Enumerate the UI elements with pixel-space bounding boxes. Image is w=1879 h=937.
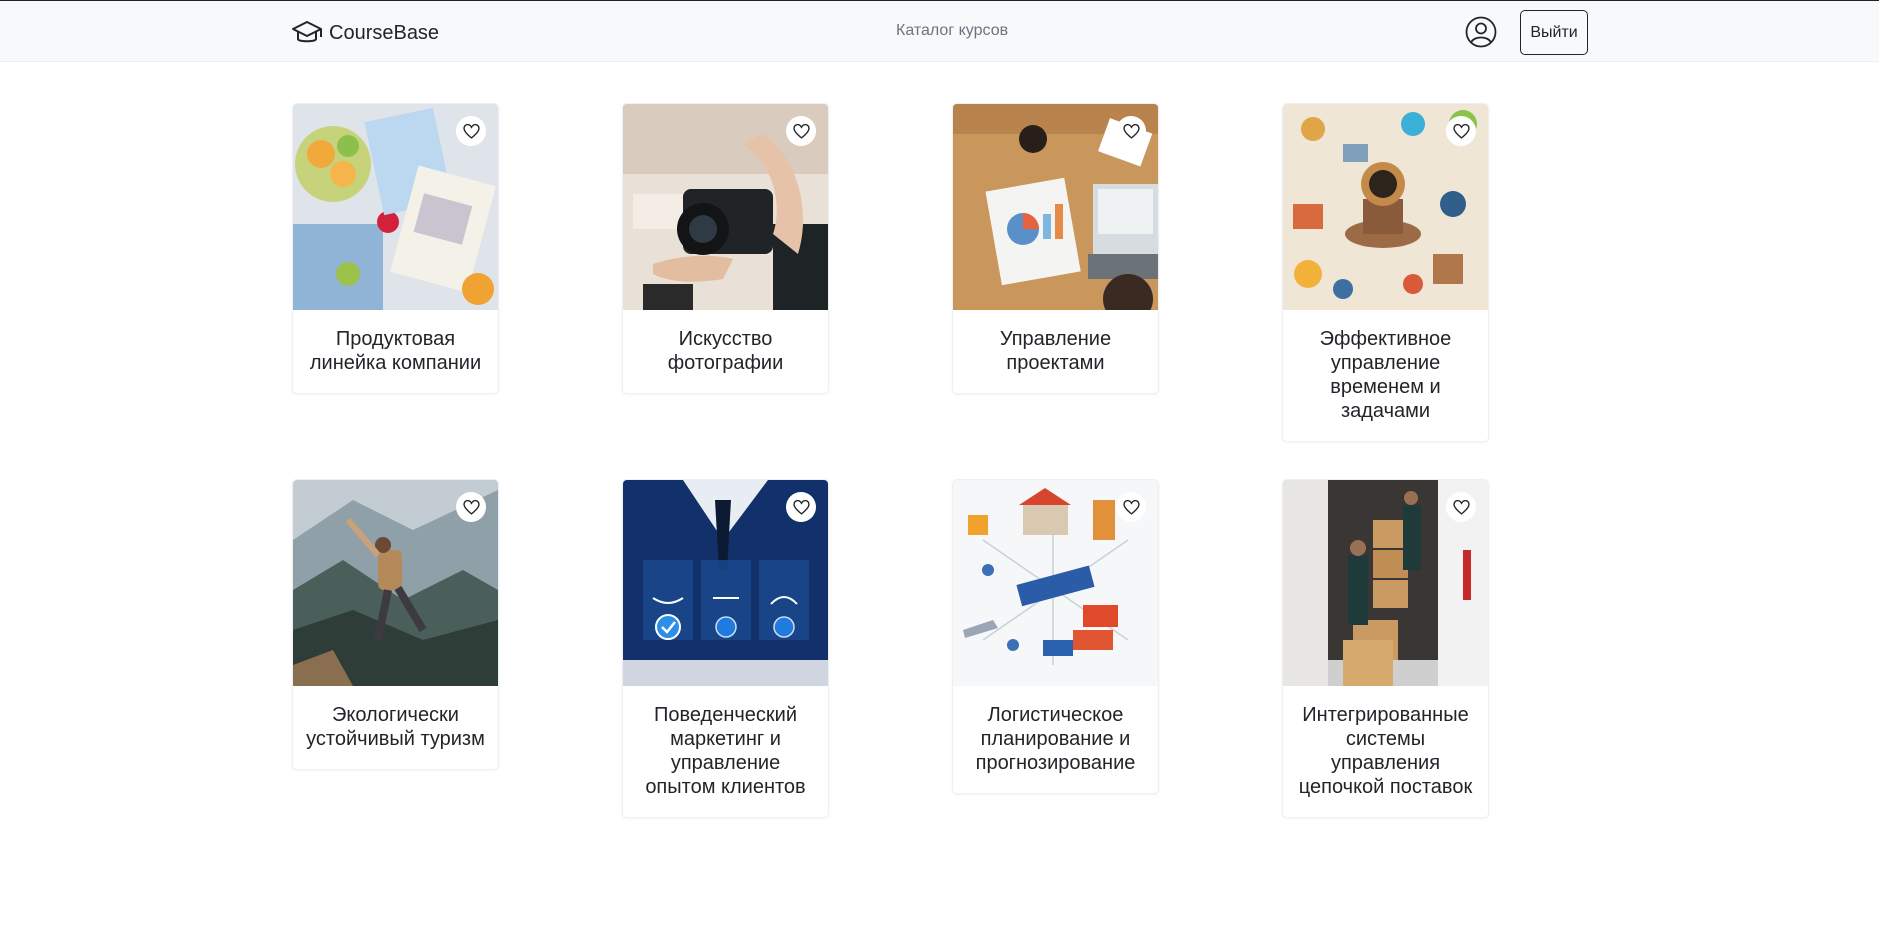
top-navbar: CourseBase Каталог курсов Выйти bbox=[0, 0, 1879, 62]
course-title: Искусство фотографии bbox=[667, 328, 784, 374]
course-title: Продуктовая линейка компании bbox=[309, 328, 482, 374]
course-card[interactable]: Поведенческий маркетинг и управление опы… bbox=[622, 479, 829, 818]
course-image bbox=[1283, 480, 1488, 686]
course-card[interactable]: Эффективное управление временем и задача… bbox=[1282, 103, 1489, 442]
course-card[interactable]: Искусство фотографии bbox=[622, 103, 829, 394]
course-image bbox=[293, 104, 498, 310]
favorite-button[interactable] bbox=[786, 116, 816, 146]
heart-outline-icon bbox=[792, 123, 810, 139]
favorite-button[interactable] bbox=[1116, 492, 1146, 522]
user-circle-icon bbox=[1465, 16, 1497, 48]
heart-outline-icon bbox=[1452, 499, 1470, 515]
course-image bbox=[953, 480, 1158, 686]
course-title: Экологически устойчивый туризм bbox=[306, 704, 485, 750]
heart-outline-icon bbox=[1122, 499, 1140, 515]
favorite-button[interactable] bbox=[1446, 492, 1476, 522]
favorite-button[interactable] bbox=[456, 492, 486, 522]
brand-link[interactable]: CourseBase bbox=[291, 19, 439, 47]
favorite-button[interactable] bbox=[786, 492, 816, 522]
favorite-button[interactable] bbox=[456, 116, 486, 146]
heart-outline-icon bbox=[1452, 123, 1470, 139]
profile-button[interactable] bbox=[1465, 16, 1497, 48]
course-image bbox=[953, 104, 1158, 310]
course-title: Эффективное управление временем и задача… bbox=[1319, 328, 1452, 422]
course-title: Управление проектами bbox=[999, 328, 1112, 374]
course-image bbox=[623, 104, 828, 310]
course-card[interactable]: Продуктовая линейка компании bbox=[292, 103, 499, 394]
course-title: Поведенческий маркетинг и управление опы… bbox=[645, 704, 806, 798]
heart-outline-icon bbox=[1122, 123, 1140, 139]
heart-outline-icon bbox=[462, 499, 480, 515]
brand-name: CourseBase bbox=[329, 22, 440, 44]
course-title: Логистическое планирование и прогнозиров… bbox=[975, 704, 1136, 774]
course-card[interactable]: Логистическое планирование и прогнозиров… bbox=[952, 479, 1159, 794]
favorite-button[interactable] bbox=[1446, 116, 1476, 146]
logout-button[interactable]: Выйти bbox=[1520, 10, 1588, 55]
heart-outline-icon bbox=[792, 499, 810, 515]
course-image bbox=[623, 480, 828, 686]
course-image bbox=[1283, 104, 1488, 310]
course-card[interactable]: Экологически устойчивый туризм bbox=[292, 479, 499, 770]
course-card[interactable]: Интегрированные системы управления цепоч… bbox=[1282, 479, 1489, 818]
catalog-link[interactable]: Каталог курсов bbox=[896, 20, 1008, 42]
heart-outline-icon bbox=[462, 123, 480, 139]
favorite-button[interactable] bbox=[1116, 116, 1146, 146]
course-image bbox=[293, 480, 498, 686]
graduation-cap-icon bbox=[292, 21, 322, 43]
course-title: Интегрированные системы управления цепоч… bbox=[1298, 704, 1473, 798]
course-card[interactable]: Управление проектами bbox=[952, 103, 1159, 394]
